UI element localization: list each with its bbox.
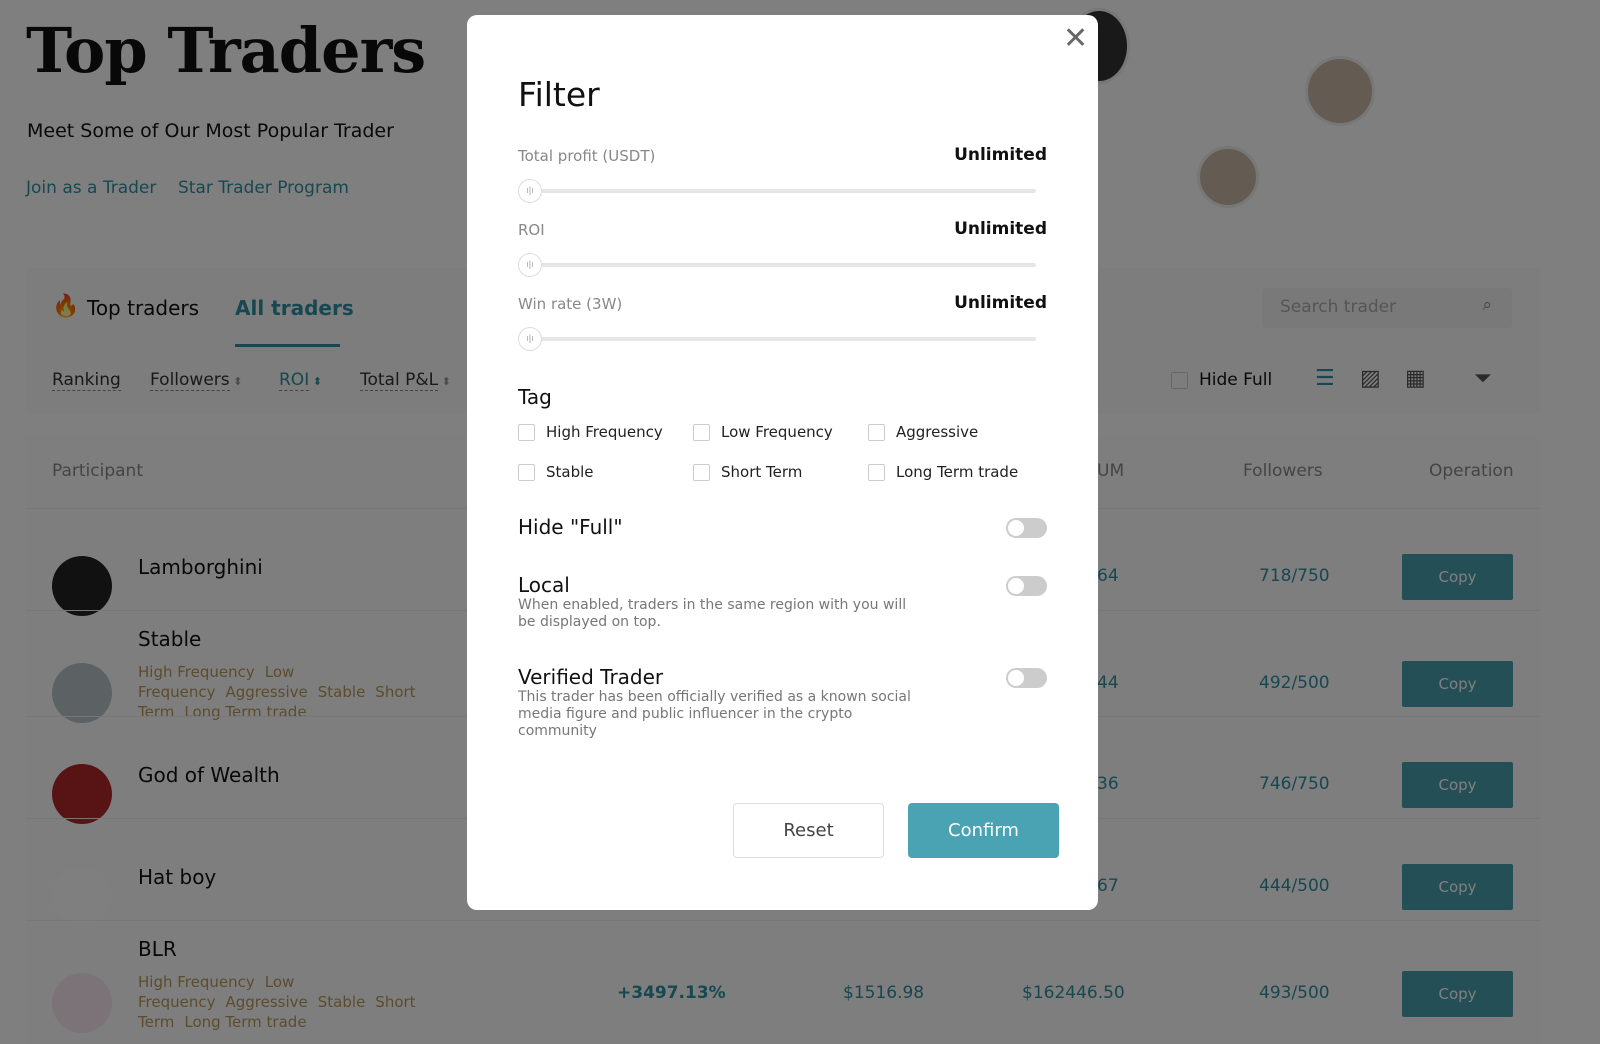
slider-label: ROI	[518, 221, 545, 239]
tag-checkbox[interactable]: Low Frequency	[693, 423, 833, 441]
toggle-switch[interactable]	[1006, 518, 1047, 538]
toggle-switch[interactable]	[1006, 668, 1047, 688]
tag-checkbox-label: Long Term trade	[896, 463, 1019, 481]
reset-button[interactable]: Reset	[733, 803, 884, 858]
tag-checkbox-label: Short Term	[721, 463, 803, 481]
filter-modal: Filter ✕ Total profit (USDT) Unlimited ıǀı…	[467, 15, 1098, 910]
tag-checkbox-label: Stable	[546, 463, 594, 481]
toggle-description: When enabled, traders in the same region…	[518, 597, 907, 630]
toggle-label: Hide "Full"	[518, 515, 623, 539]
close-icon[interactable]: ✕	[1063, 21, 1088, 56]
tag-checkbox[interactable]: High Frequency	[518, 423, 663, 441]
tag-checkbox-label: High Frequency	[546, 423, 663, 441]
slider-value: Unlimited	[954, 293, 1047, 313]
toggle-switch[interactable]	[1006, 576, 1047, 596]
tag-checkbox[interactable]: Aggressive	[868, 423, 978, 441]
range-slider-handle[interactable]: ıǀı	[518, 253, 542, 277]
slider-label: Total profit (USDT)	[518, 147, 656, 165]
range-slider-handle[interactable]: ıǀı	[518, 327, 542, 351]
tag-checkbox-label: Aggressive	[896, 423, 979, 441]
toggle-label: Local	[518, 573, 570, 597]
tag-checkbox[interactable]: Stable	[518, 463, 594, 481]
range-slider-handle[interactable]: ıǀı	[518, 179, 542, 203]
modal-title: Filter	[518, 75, 600, 114]
toggle-label: Verified Trader	[518, 665, 664, 689]
range-slider-track[interactable]	[518, 189, 1036, 193]
toggle-description: This trader has been officially verified…	[518, 689, 911, 739]
confirm-button[interactable]: Confirm	[908, 803, 1059, 858]
tag-title: Tag	[518, 385, 552, 409]
range-slider-track[interactable]	[518, 263, 1036, 267]
tag-checkbox[interactable]: Long Term trade	[868, 463, 1018, 481]
tag-checkbox-label: Low Frequency	[721, 423, 833, 441]
range-slider-track[interactable]	[518, 337, 1036, 341]
slider-value: Unlimited	[954, 145, 1047, 165]
tag-checkbox[interactable]: Short Term	[693, 463, 802, 481]
slider-label: Win rate (3W)	[518, 295, 623, 313]
slider-value: Unlimited	[954, 219, 1047, 239]
